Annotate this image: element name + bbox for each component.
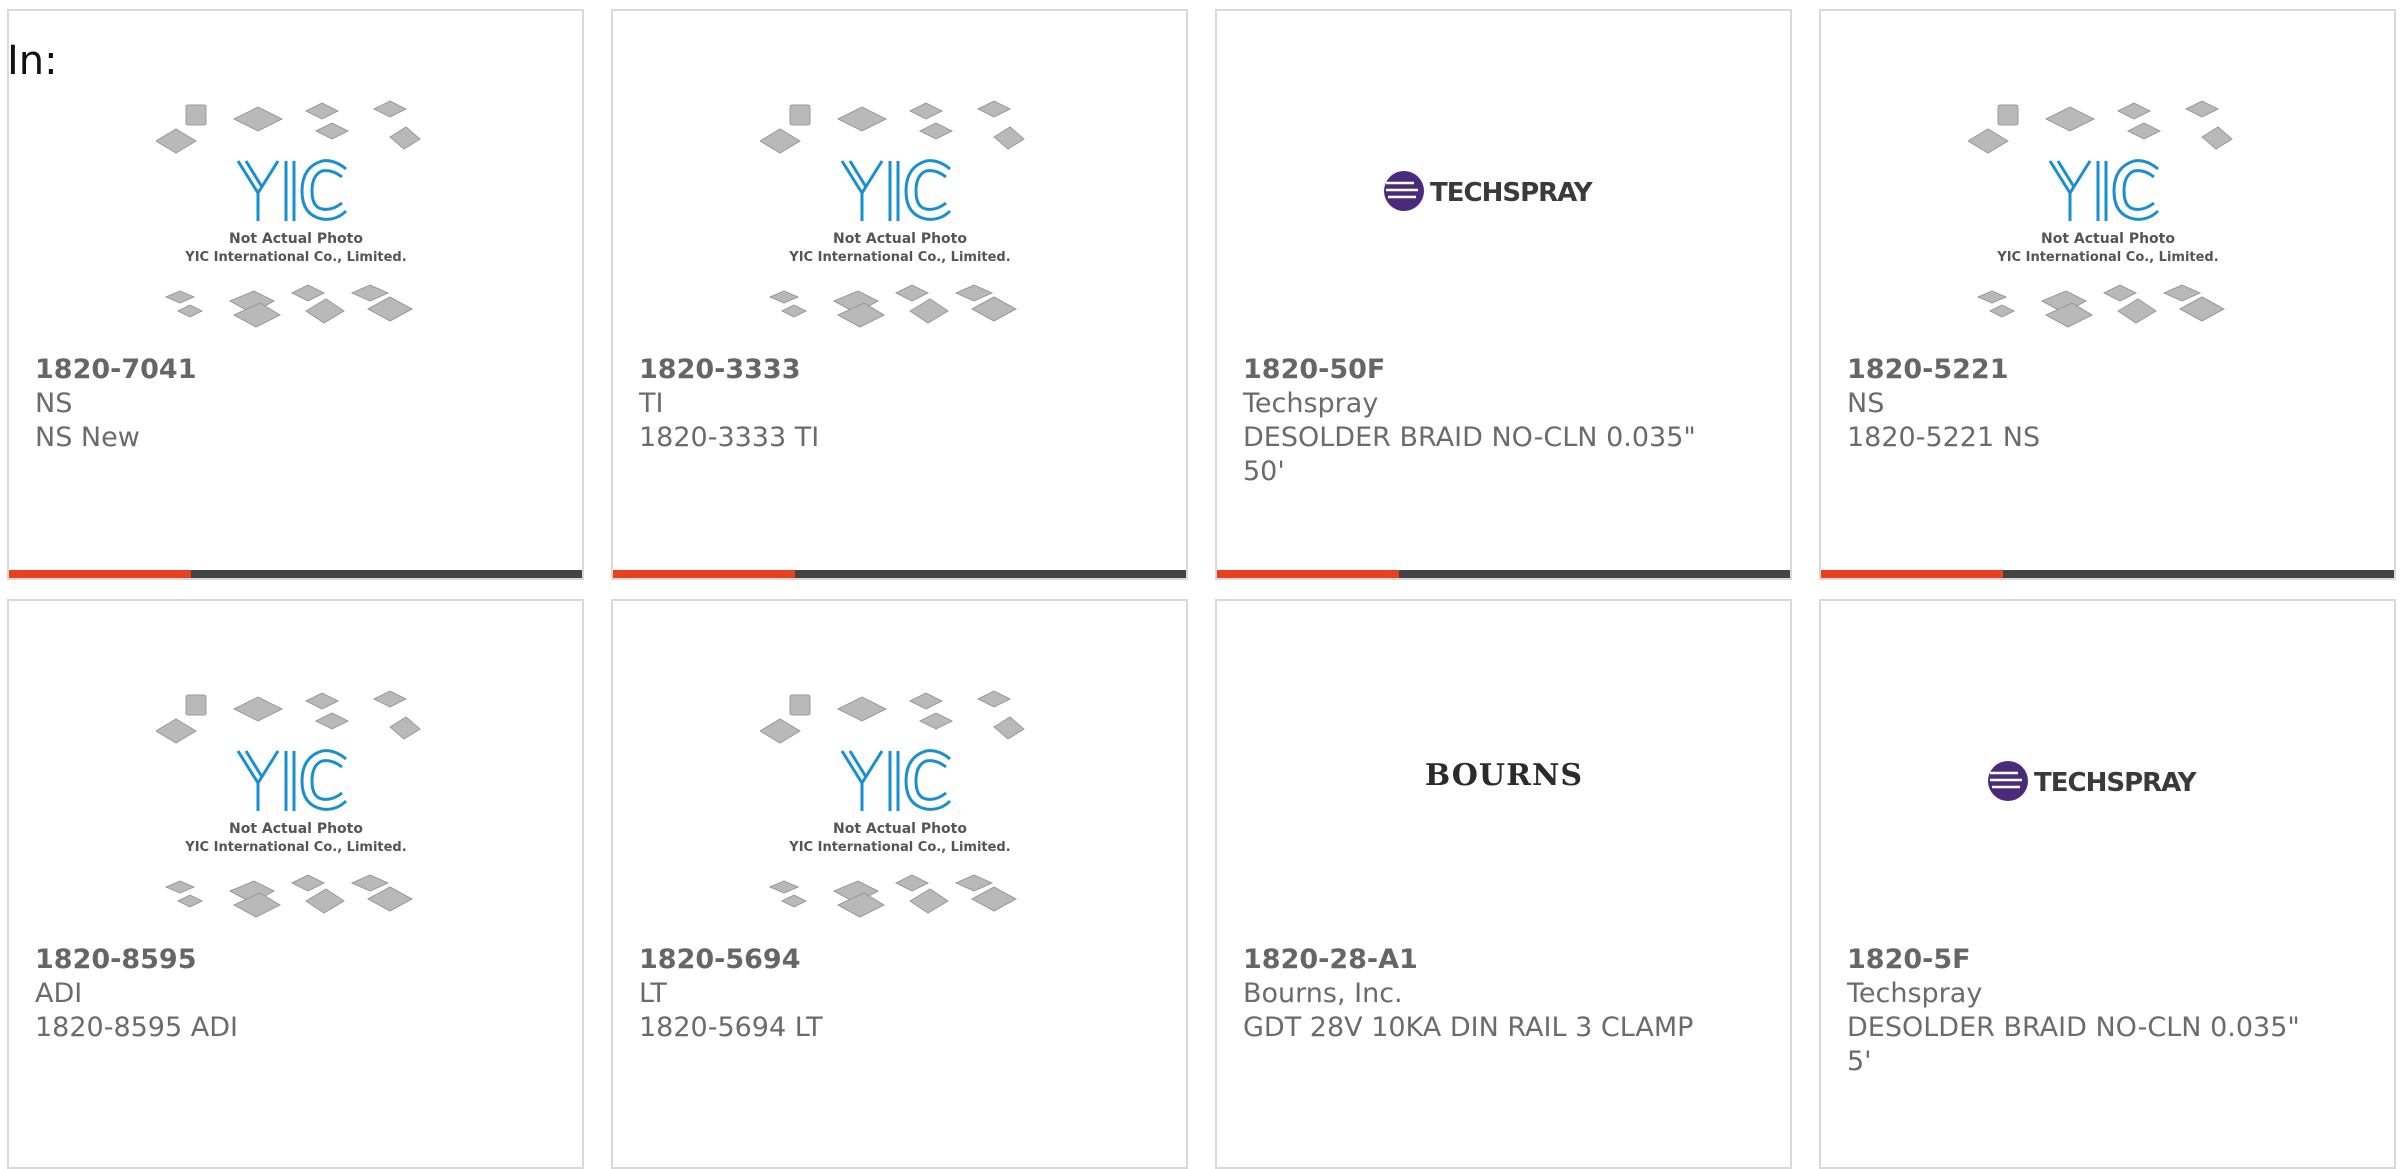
product-info: 1820-3333 TI 1820-3333 TI — [639, 353, 1099, 455]
in-label: In: — [7, 38, 58, 84]
placeholder-line1: Not Actual Photo — [833, 231, 967, 247]
product-card[interactable]: BOURNS 1820-28-A1 Bourns, Inc. GDT 28V 1… — [1215, 599, 1792, 1169]
techspray-logo: TECHSPRAY — [1987, 761, 2198, 801]
description: 1820-3333 TI — [639, 422, 820, 453]
part-number[interactable]: 1820-8595 — [35, 943, 495, 977]
yic-placeholder-image: Not Actual Photo YIC International Co., … — [155, 100, 421, 328]
description: NS New — [35, 422, 140, 453]
product-image: Not Actual Photo YIC International Co., … — [613, 687, 1186, 941]
product-image: Not Actual Photo YIC International Co., … — [1821, 97, 2394, 351]
card-footer-accent — [613, 570, 795, 578]
product-card[interactable]: Not Actual Photo YIC International Co., … — [1819, 9, 2396, 580]
product-image: Not Actual Photo YIC International Co., … — [9, 687, 582, 941]
card-footer-bar — [1217, 570, 1790, 578]
placeholder-line2: YIC International Co., Limited. — [1996, 250, 2218, 265]
product-image: Not Actual Photo YIC International Co., … — [9, 97, 582, 351]
product-card[interactable]: Not Actual Photo YIC International Co., … — [7, 9, 584, 580]
product-info: 1820-5221 NS 1820-5221 NS — [1847, 353, 2307, 455]
placeholder-line1: Not Actual Photo — [2041, 231, 2175, 247]
placeholder-line1: Not Actual Photo — [833, 821, 967, 837]
manufacturer: TI — [639, 388, 664, 419]
description: DESOLDER BRAID NO-CLN 0.035" 50' — [1243, 422, 1696, 487]
yic-placeholder-image: Not Actual Photo YIC International Co., … — [759, 690, 1025, 918]
product-info: 1820-5F Techspray DESOLDER BRAID NO-CLN … — [1847, 943, 2307, 1079]
description: 1820-5221 NS — [1847, 422, 2041, 453]
manufacturer: ADI — [35, 978, 83, 1009]
placeholder-line1: Not Actual Photo — [229, 231, 363, 247]
techspray-wordmark: TECHSPRAY — [1430, 178, 1594, 208]
part-number[interactable]: 1820-5F — [1847, 943, 2307, 977]
product-card[interactable]: Not Actual Photo YIC International Co., … — [611, 9, 1188, 580]
product-image: BOURNS — [1217, 687, 1790, 941]
description: GDT 28V 10KA DIN RAIL 3 CLAMP — [1243, 1012, 1694, 1043]
yic-placeholder-image: Not Actual Photo YIC International Co., … — [1967, 100, 2233, 328]
product-card[interactable]: TECHSPRAY 1820-5F Techspray DESOLDER BRA… — [1819, 599, 2396, 1169]
yic-placeholder-image: Not Actual Photo YIC International Co., … — [155, 690, 421, 918]
part-number[interactable]: 1820-7041 — [35, 353, 495, 387]
part-number[interactable]: 1820-5221 — [1847, 353, 2307, 387]
product-image: TECHSPRAY — [1217, 97, 1790, 351]
part-number[interactable]: 1820-50F — [1243, 353, 1703, 387]
product-image: TECHSPRAY — [1821, 687, 2394, 941]
description: DESOLDER BRAID NO-CLN 0.035" 5' — [1847, 1012, 2300, 1077]
placeholder-line1: Not Actual Photo — [229, 821, 363, 837]
placeholder-line2: YIC International Co., Limited. — [184, 840, 406, 855]
placeholder-line2: YIC International Co., Limited. — [184, 250, 406, 265]
yic-placeholder-image: Not Actual Photo YIC International Co., … — [759, 100, 1025, 328]
card-footer-accent — [9, 570, 191, 578]
manufacturer: LT — [639, 978, 667, 1009]
card-footer-accent — [1217, 570, 1399, 578]
manufacturer: NS — [1847, 388, 1885, 419]
description: 1820-5694 LT — [639, 1012, 823, 1043]
manufacturer: Bourns, Inc. — [1243, 978, 1403, 1009]
product-info: 1820-28-A1 Bourns, Inc. GDT 28V 10KA DIN… — [1243, 943, 1703, 1045]
product-info: 1820-8595 ADI 1820-8595 ADI — [35, 943, 495, 1045]
manufacturer: Techspray — [1847, 978, 1983, 1009]
product-info: 1820-5694 LT 1820-5694 LT — [639, 943, 1099, 1045]
placeholder-line2: YIC International Co., Limited. — [788, 840, 1010, 855]
product-info: 1820-7041 NS NS New — [35, 353, 495, 455]
manufacturer: NS — [35, 388, 73, 419]
product-card[interactable]: Not Actual Photo YIC International Co., … — [611, 599, 1188, 1169]
part-number[interactable]: 1820-3333 — [639, 353, 1099, 387]
card-footer-bar — [1821, 570, 2394, 578]
description: 1820-8595 ADI — [35, 1012, 238, 1043]
placeholder-line2: YIC International Co., Limited. — [788, 250, 1010, 265]
product-info: 1820-50F Techspray DESOLDER BRAID NO-CLN… — [1243, 353, 1703, 489]
manufacturer: Techspray — [1243, 388, 1379, 419]
bourns-logo: BOURNS — [1424, 758, 1582, 793]
card-footer-accent — [1821, 570, 2003, 578]
techspray-logo: TECHSPRAY — [1383, 171, 1594, 211]
card-footer-bar — [613, 570, 1186, 578]
product-card[interactable]: TECHSPRAY 1820-50F Techspray DESOLDER BR… — [1215, 9, 1792, 580]
bourns-wordmark: BOURNS — [1424, 758, 1582, 793]
product-card[interactable]: Not Actual Photo YIC International Co., … — [7, 599, 584, 1169]
part-number[interactable]: 1820-5694 — [639, 943, 1099, 977]
product-image: Not Actual Photo YIC International Co., … — [613, 97, 1186, 351]
part-number[interactable]: 1820-28-A1 — [1243, 943, 1703, 977]
card-footer-bar — [9, 570, 582, 578]
techspray-wordmark: TECHSPRAY — [2034, 768, 2198, 798]
